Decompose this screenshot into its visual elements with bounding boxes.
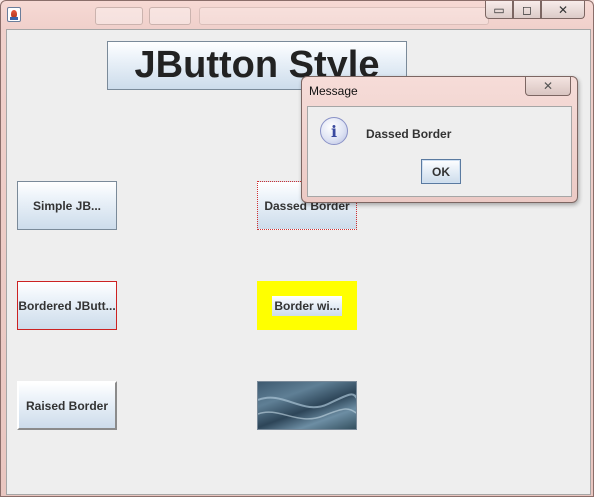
ok-button[interactable]: OK [421, 159, 461, 184]
background-app-ghost [95, 7, 143, 25]
dialog-title: Message [309, 84, 358, 98]
close-button[interactable]: ✕ [541, 1, 585, 19]
maximize-button[interactable]: ◻ [513, 1, 541, 19]
raised-border-button[interactable]: Raised Border [17, 381, 117, 430]
yellow-border-button[interactable]: Border wi... [257, 281, 357, 330]
message-dialog: Message ✕ i Dassed Border OK [301, 76, 578, 203]
water-wave-image [258, 393, 356, 420]
java-app-icon[interactable] [7, 7, 21, 22]
info-icon: i [320, 117, 348, 145]
background-app-ghost [199, 7, 489, 25]
main-window: ▭ ◻ ✕ JButton Style Simple JB... Dassed … [0, 0, 594, 497]
window-controls: ▭ ◻ ✕ [485, 1, 585, 19]
dialog-close-button[interactable]: ✕ [525, 77, 571, 96]
minimize-button[interactable]: ▭ [485, 1, 513, 19]
dialog-message: Dassed Border [366, 127, 452, 141]
dialog-body: i Dassed Border OK [307, 106, 572, 197]
yellow-border-button-label: Border wi... [272, 295, 342, 316]
simple-button[interactable]: Simple JB... [17, 181, 117, 230]
bordered-button[interactable]: Bordered JButt... [17, 281, 117, 330]
image-button[interactable] [257, 381, 357, 430]
background-app-ghost [149, 7, 191, 25]
